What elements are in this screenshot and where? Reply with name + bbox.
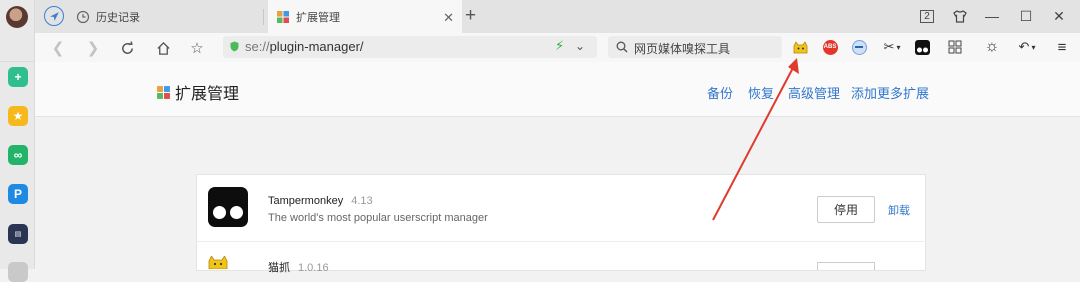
page-title: 扩展管理: [156, 80, 239, 104]
address-url: se://plugin-manager/: [245, 39, 364, 54]
avatar[interactable]: [6, 6, 28, 28]
navigation-compass-icon[interactable]: [44, 6, 64, 26]
lightning-icon[interactable]: ⚡: [555, 38, 564, 54]
close-tab-icon[interactable]: ✕: [443, 10, 454, 26]
extension-description: The world's most popular userscript mana…: [268, 212, 488, 224]
sidebar-divider: [0, 61, 34, 62]
tab-extension-manager[interactable]: 扩展管理 ✕: [268, 0, 462, 33]
cat-catch-logo-icon: [208, 255, 228, 270]
close-window-icon[interactable]: ✕: [1047, 4, 1071, 28]
menu-icon[interactable]: ≡: [1052, 37, 1072, 57]
tab-separator: [263, 9, 264, 25]
row-divider: [196, 241, 924, 242]
scissors-icon[interactable]: ✂ ▾: [878, 37, 906, 57]
extension-name-row: 猫抓 1.0.16: [268, 258, 329, 276]
back-icon[interactable]: ❮: [47, 37, 69, 59]
reload-icon[interactable]: [116, 37, 138, 59]
sidebar-app-dark-icon[interactable]: ▤: [8, 224, 28, 244]
extension-version: 1.0.16: [298, 262, 329, 274]
skin-shirt-icon[interactable]: [948, 4, 972, 28]
security-shield-icon: [230, 41, 239, 52]
add-more-extensions-link[interactable]: 添加更多扩展: [851, 83, 929, 102]
clock-icon: [76, 10, 90, 23]
sidebar-app-add-icon[interactable]: +: [8, 67, 28, 87]
address-bar[interactable]: se://plugin-manager/ ⚡ ⌄: [223, 36, 597, 58]
annotation-arrow: [712, 58, 799, 221]
maximize-icon[interactable]: ☐: [1014, 4, 1038, 28]
tab-count-badge[interactable]: 2: [915, 4, 939, 28]
home-icon[interactable]: [152, 37, 174, 59]
minimize-icon[interactable]: —: [980, 4, 1004, 28]
tab-history[interactable]: 历史记录: [76, 0, 263, 33]
extensions-icon: [277, 10, 289, 23]
extension-version: 4.13: [351, 195, 373, 207]
uninstall-link[interactable]: 卸载: [888, 202, 910, 218]
sidebar-app-cloud-icon[interactable]: ∞: [8, 145, 28, 165]
tampermonkey-icon[interactable]: [912, 37, 932, 57]
minus-circle-icon[interactable]: [849, 37, 869, 57]
extensions-logo-icon: [157, 85, 170, 99]
disable-button[interactable]: 停用: [817, 196, 875, 223]
forward-icon[interactable]: ❯: [82, 37, 104, 59]
sidebar-app-partial-icon[interactable]: [8, 262, 28, 282]
search-icon: [616, 41, 628, 53]
page-title-text: 扩展管理: [175, 86, 240, 103]
sidebar-app-star-icon[interactable]: ★: [8, 106, 28, 126]
extension-name: Tampermonkey: [268, 195, 344, 207]
extension-name: 猫抓: [268, 262, 290, 274]
brightness-icon[interactable]: ☼: [982, 37, 1002, 57]
undo-icon[interactable]: ↶ ▾: [1014, 37, 1040, 57]
grid-icon[interactable]: [945, 37, 965, 57]
bookmark-star-icon[interactable]: ☆: [186, 37, 208, 59]
tampermonkey-logo-icon: [208, 187, 248, 227]
new-tab-button[interactable]: +: [465, 5, 476, 27]
tab-label: 扩展管理: [296, 11, 340, 24]
tab-label: 历史记录: [96, 11, 140, 24]
adblock-icon[interactable]: ABS: [820, 37, 840, 57]
sidebar-app-p-icon[interactable]: P: [8, 184, 28, 204]
extension-name-row: Tampermonkey 4.13: [268, 191, 373, 209]
chevron-down-icon[interactable]: ⌄: [575, 39, 585, 53]
